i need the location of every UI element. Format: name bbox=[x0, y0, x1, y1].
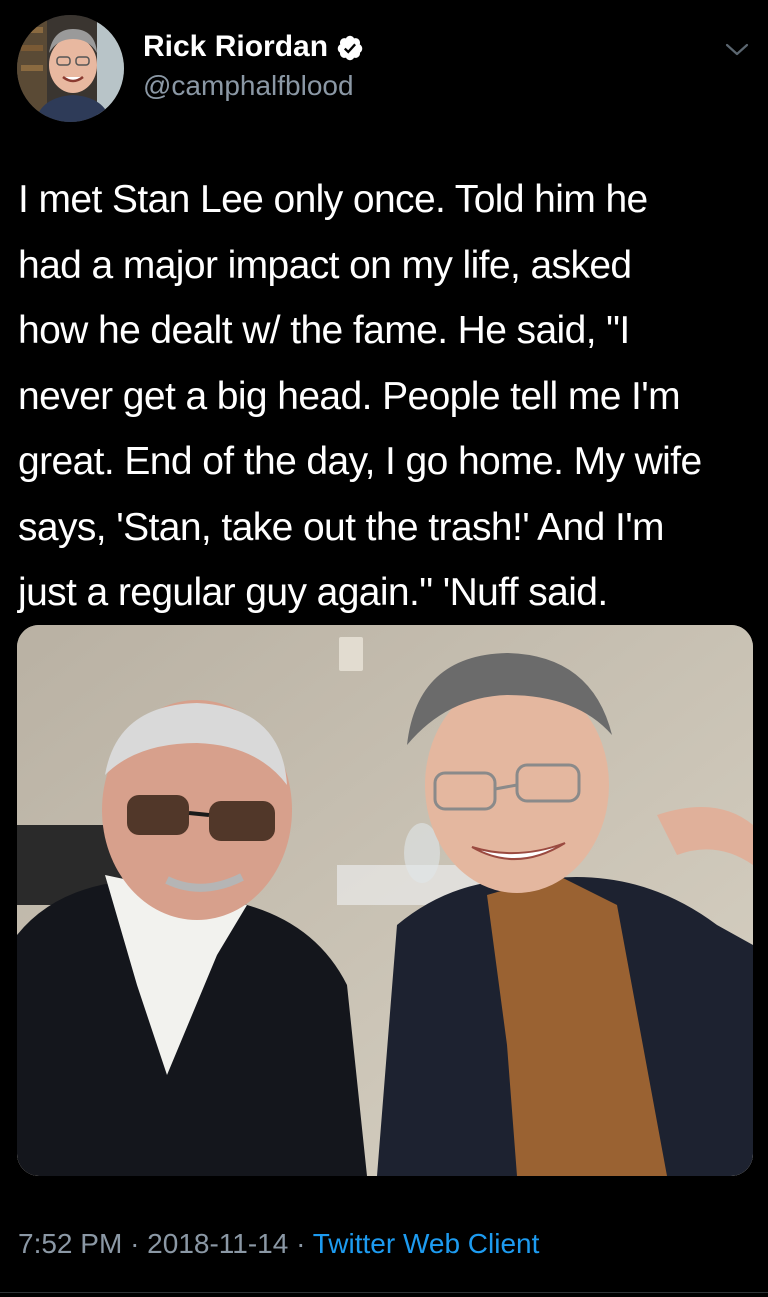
tweet-date[interactable]: 2018-11-14 bbox=[147, 1228, 288, 1259]
avatar-image bbox=[17, 15, 124, 122]
divider bbox=[0, 1292, 768, 1293]
tweet-photo[interactable] bbox=[17, 625, 753, 1176]
author-name-text[interactable]: Rick Riordan bbox=[143, 27, 328, 67]
tweet-source-link[interactable]: Twitter Web Client bbox=[313, 1228, 540, 1259]
author-avatar[interactable] bbox=[17, 15, 124, 122]
footer-separator: · bbox=[130, 1228, 140, 1259]
chevron-down-icon[interactable] bbox=[724, 40, 750, 60]
footer-separator-2: · bbox=[296, 1228, 306, 1259]
tweet-footer: 7:52 PM · 2018-11-14 · Twitter Web Clien… bbox=[18, 1224, 539, 1264]
author-handle[interactable]: @camphalfblood bbox=[143, 68, 354, 104]
author-name[interactable]: Rick Riordan bbox=[143, 27, 364, 67]
verified-badge-icon bbox=[336, 33, 364, 61]
photo-image bbox=[17, 625, 753, 1176]
tweet: Rick Riordan @camphalfblood I met Stan L… bbox=[0, 0, 768, 1297]
tweet-time[interactable]: 7:52 PM bbox=[18, 1228, 122, 1259]
tweet-text: I met Stan Lee only once. Told him he ha… bbox=[18, 178, 702, 614]
